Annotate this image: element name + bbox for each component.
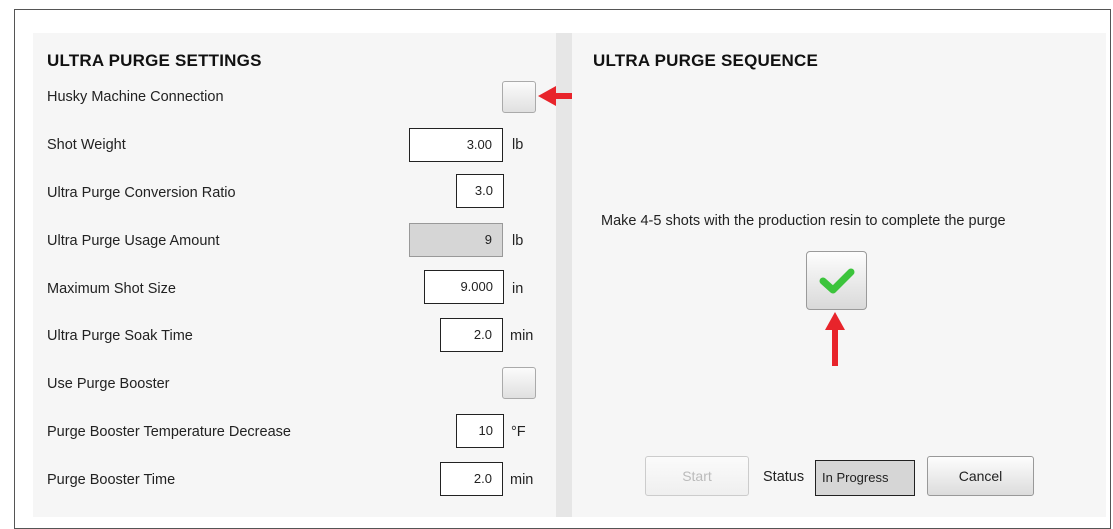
soak-time-unit: min: [510, 328, 534, 344]
status-value: In Progress: [815, 460, 915, 496]
max-shot-size-field[interactable]: 9.000: [424, 270, 504, 304]
conversion-ratio-field[interactable]: 3.0: [456, 174, 504, 208]
usage-amount-unit: lb: [512, 233, 524, 249]
start-button[interactable]: Start: [645, 456, 749, 496]
usage-amount-field: 9: [409, 223, 503, 257]
shot-weight-field[interactable]: 3.00: [409, 128, 503, 162]
shot-weight-unit: lb: [512, 137, 524, 153]
husky-connection-checkbox[interactable]: [502, 81, 536, 113]
confirm-check-button[interactable]: [806, 251, 867, 310]
sequence-title: ULTRA PURGE SEQUENCE: [593, 51, 819, 70]
sequence-message: Make 4-5 shots with the production resin…: [601, 213, 1006, 229]
usage-amount-label: Ultra Purge Usage Amount: [47, 233, 220, 249]
soak-time-label: Ultra Purge Soak Time: [47, 328, 193, 344]
booster-time-field[interactable]: 2.0: [440, 462, 503, 496]
red-arrow-icon: [825, 312, 845, 366]
husky-connection-label: Husky Machine Connection: [47, 89, 224, 105]
booster-temp-unit: °F: [511, 424, 526, 440]
max-shot-size-label: Maximum Shot Size: [47, 281, 176, 297]
shot-weight-label: Shot Weight: [47, 137, 126, 153]
cancel-button[interactable]: Cancel: [927, 456, 1034, 496]
soak-time-field[interactable]: 2.0: [440, 318, 503, 352]
settings-title: ULTRA PURGE SETTINGS: [47, 51, 262, 70]
booster-time-unit: min: [510, 472, 534, 488]
booster-temp-label: Purge Booster Temperature Decrease: [47, 424, 291, 440]
check-icon: [819, 268, 854, 293]
booster-temp-field[interactable]: 10: [456, 414, 504, 448]
conversion-ratio-label: Ultra Purge Conversion Ratio: [47, 185, 236, 201]
status-label: Status: [763, 469, 805, 485]
max-shot-size-unit: in: [512, 281, 524, 297]
purge-booster-label: Use Purge Booster: [47, 376, 170, 392]
booster-time-label: Purge Booster Time: [47, 472, 176, 488]
purge-booster-checkbox[interactable]: [502, 367, 536, 399]
